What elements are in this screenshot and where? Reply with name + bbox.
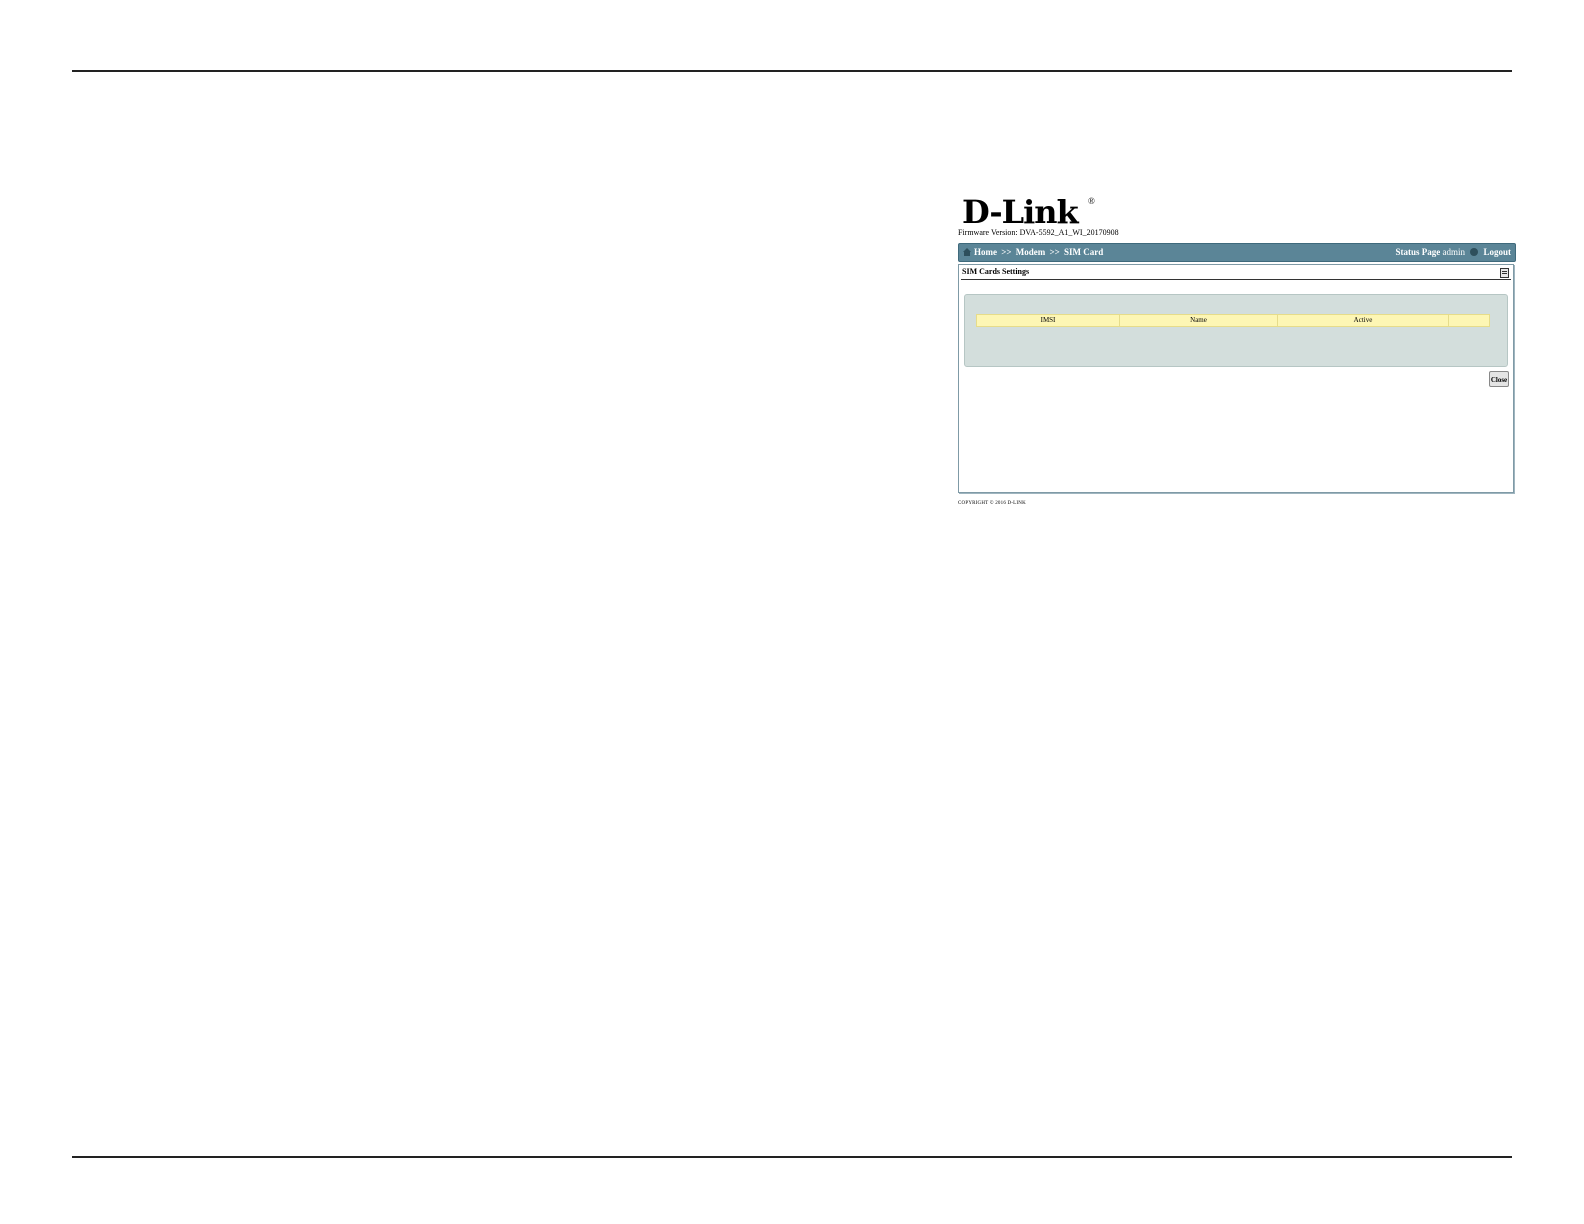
copyright: COPYRIGHT © 2016 D-LINK	[958, 501, 1026, 506]
sim-list-container: IMSI Name Active	[964, 294, 1508, 367]
breadcrumb-sim-card[interactable]: SIM Card	[1064, 247, 1103, 257]
breadcrumb-separator: >>	[1001, 247, 1012, 257]
logo-text: D-Link	[962, 193, 1079, 231]
username: admin	[1442, 247, 1465, 257]
column-header-active: Active	[1278, 315, 1449, 326]
status-page-link[interactable]: Status Page	[1395, 247, 1440, 257]
user-menu: Status Page admin Logout	[1395, 244, 1511, 261]
breadcrumb-modem[interactable]: Modem	[1016, 247, 1046, 257]
panel-header: SIM Cards Settings	[961, 265, 1511, 280]
firmware-version: Firmware Version: DVA-5592_A1_WI_2017090…	[958, 228, 1119, 237]
column-header-imsi: IMSI	[977, 315, 1120, 326]
close-button[interactable]: Close	[1489, 371, 1509, 387]
breadcrumb: Home >> Modem >> SIM Card	[963, 244, 1103, 261]
breadcrumb-home[interactable]: Home	[974, 247, 997, 257]
page-top-rule	[72, 70, 1512, 72]
registered-mark: ®	[1088, 196, 1095, 206]
breadcrumb-separator: >>	[1049, 247, 1060, 257]
column-header-actions	[1449, 315, 1489, 326]
document-icon[interactable]	[1500, 268, 1509, 278]
sim-table-header: IMSI Name Active	[976, 314, 1490, 327]
column-header-name: Name	[1120, 315, 1278, 326]
home-icon[interactable]	[963, 245, 971, 256]
page-bottom-rule	[72, 1156, 1512, 1158]
dlink-logo: D-Link	[962, 193, 1079, 231]
user-icon	[1470, 248, 1479, 256]
navigation-bar: Home >> Modem >> SIM Card Status Page ad…	[958, 243, 1516, 262]
logout-link[interactable]: Logout	[1483, 247, 1511, 257]
sim-cards-panel: SIM Cards Settings IMSI Name Active Clos…	[958, 264, 1514, 493]
panel-title: SIM Cards Settings	[962, 267, 1030, 276]
